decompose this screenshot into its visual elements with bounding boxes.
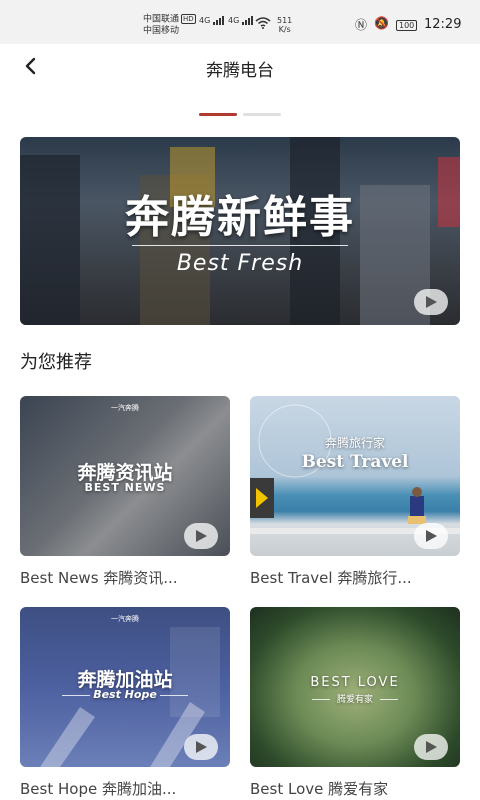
card-label: Best Hope 奔腾加油...: [20, 780, 177, 798]
card-image: 奔腾旅行家 Best Travel: [250, 396, 460, 556]
card-image-subtitle: 腾爱有家: [336, 695, 373, 705]
card-best-hope[interactable]: 一汽奔腾 奔腾加油站 Best Hope Best Hope 奔腾加油...: [20, 607, 230, 798]
net-speed-unit: K/s: [278, 25, 291, 34]
page-indicator-inactive[interactable]: [243, 113, 281, 116]
carrier-info: 中国联通 HD 中国移动: [143, 14, 196, 37]
signal-bars-icon: [212, 16, 225, 25]
card-image-subtitle: BEST NEWS: [84, 481, 166, 494]
card-image: BEST LOVE 腾爱有家: [250, 607, 460, 767]
page-title: 奔腾电台: [206, 61, 274, 81]
net-speed: 511 K/s: [277, 16, 292, 34]
banner-title: 奔腾新鲜事: [125, 192, 355, 243]
play-icon[interactable]: [414, 523, 448, 549]
card-image-subtitle: Best Travel: [301, 452, 409, 472]
carrier-1: 中国联通: [143, 14, 180, 25]
nfc-icon: Ⓝ: [355, 18, 368, 32]
net-speed-value: 511: [277, 16, 293, 25]
card-label: Best News 奔腾资讯...: [20, 569, 178, 587]
card-image-title: 奔腾旅行家: [324, 436, 385, 450]
card-best-love[interactable]: BEST LOVE 腾爱有家 Best Love 腾爱有家: [250, 607, 460, 798]
play-icon[interactable]: [184, 523, 218, 549]
banner-best-fresh[interactable]: 奔腾新鲜事 Best Fresh: [20, 137, 460, 325]
banner-divider: [132, 245, 348, 246]
card-label: Best Travel 奔腾旅行...: [250, 569, 412, 587]
play-icon[interactable]: [414, 289, 448, 315]
play-icon[interactable]: [414, 734, 448, 760]
play-icon[interactable]: [184, 734, 218, 760]
card-image-title: BEST LOVE: [310, 675, 400, 690]
signal-2: 4G: [228, 16, 254, 25]
net-type-2: 4G: [228, 16, 240, 25]
brand-logo: 一汽奔腾: [111, 404, 139, 412]
status-bar: 中国联通 HD 中国移动 4G 4G 511 K/s Ⓝ 🔕 100 12:29: [0, 0, 480, 44]
card-image: 一汽奔腾 奔腾加油站 Best Hope: [20, 607, 230, 767]
mute-bell-icon: 🔕: [374, 16, 389, 30]
decor-line: [380, 699, 398, 700]
card-best-travel[interactable]: 奔腾旅行家 Best Travel Best Travel 奔腾旅行...: [250, 396, 460, 587]
card-label: Best Love 腾爱有家: [250, 780, 389, 798]
signal-1: 4G: [199, 16, 225, 25]
carrier-2: 中国移动: [143, 25, 180, 36]
hd-badge: HD: [181, 14, 196, 24]
net-type-1: 4G: [199, 16, 211, 25]
section-title-recommend: 为您推荐: [20, 352, 92, 373]
card-image-subtitle: Best Hope: [93, 688, 157, 701]
banner-subtitle: Best Fresh: [176, 251, 304, 276]
card-best-news[interactable]: 一汽奔腾 奔腾资讯站 BEST NEWS Best News 奔腾资讯...: [20, 396, 230, 587]
card-image: 一汽奔腾 奔腾资讯站 BEST NEWS: [20, 396, 230, 556]
page-indicator-active: [199, 113, 237, 116]
battery-icon: 100: [396, 20, 418, 31]
status-time: 12:29: [424, 17, 462, 32]
brand-logo: 一汽奔腾: [111, 615, 139, 623]
wifi-icon: [255, 17, 271, 29]
signal-bars-icon: [241, 16, 254, 25]
decor-line: [160, 695, 188, 696]
